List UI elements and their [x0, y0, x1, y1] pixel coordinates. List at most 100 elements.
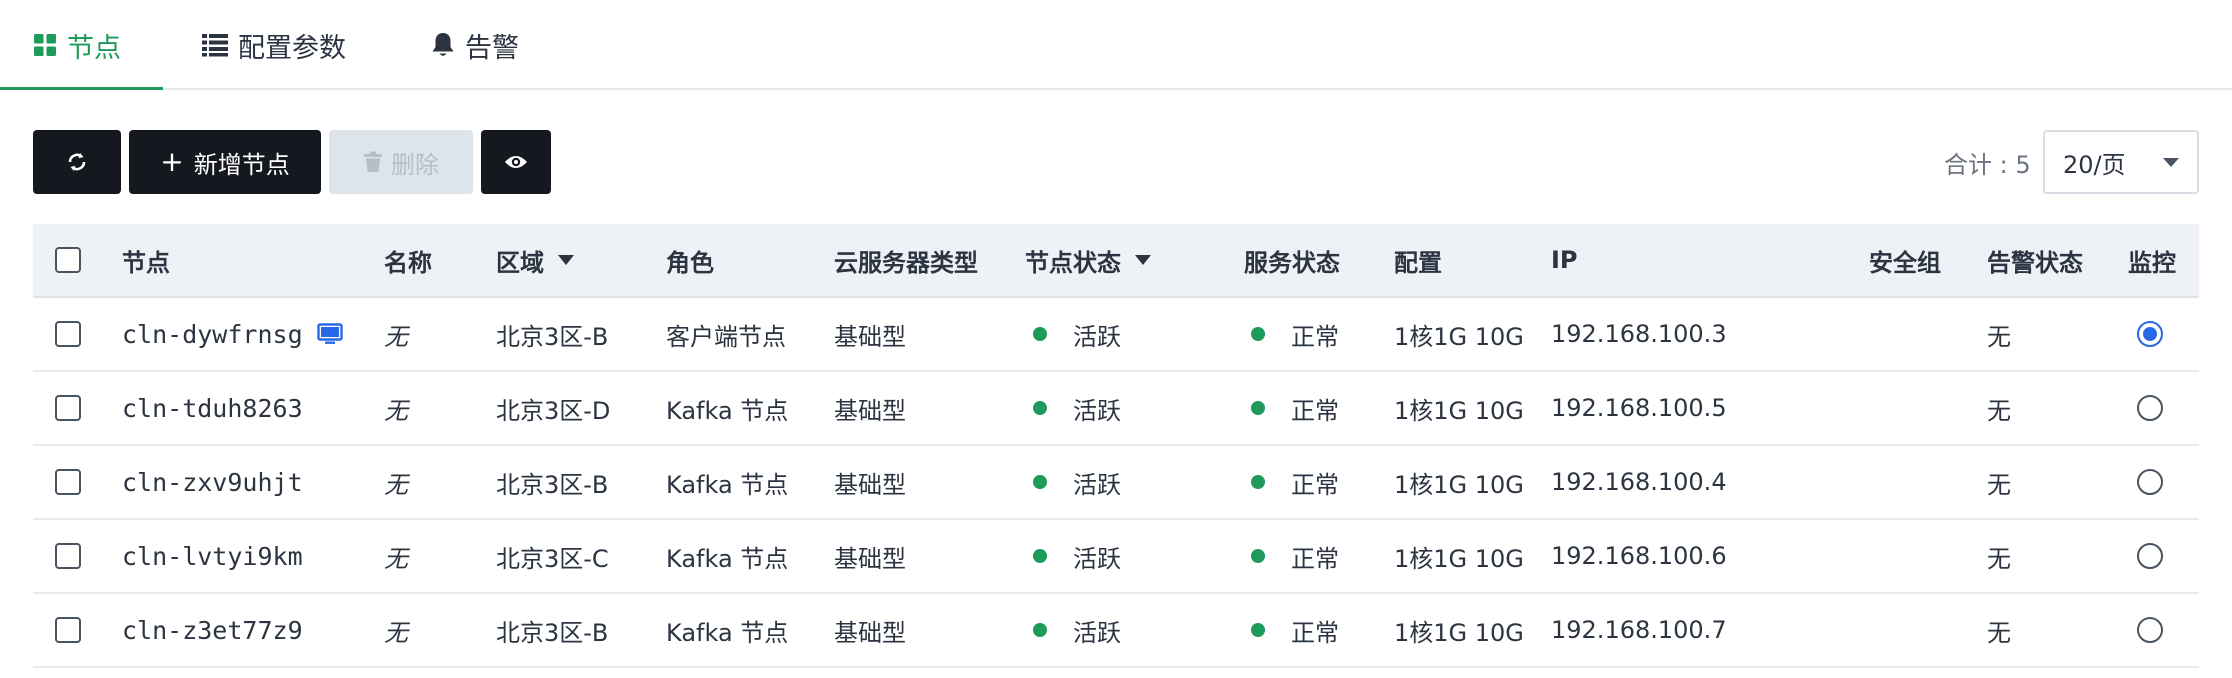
row-checkbox-cell: [55, 446, 81, 518]
refresh-icon: [66, 151, 88, 173]
monitor-radio[interactable]: [2137, 543, 2163, 569]
row-checkbox-cell: [55, 520, 81, 592]
node-id-link[interactable]: cln-zxv9uhjt: [122, 468, 303, 497]
node-id-cell: cln-z3et77z9: [122, 594, 303, 666]
zone-cell: 北京3区-C: [496, 544, 609, 573]
table-row[interactable]: cln-dywfrnsg 无 北京3区-B 客户端节点 基础型 活跃 正常 1核…: [33, 298, 2199, 372]
service-status-text: 正常: [1291, 396, 1339, 425]
alarm-status-cell: 无: [1987, 322, 2011, 351]
status-dot: [1251, 475, 1265, 489]
table-row[interactable]: cln-z3et77z9 无 北京3区-B Kafka 节点 基础型 活跃 正常…: [33, 594, 2199, 668]
ip-cell: 192.168.100.6: [1551, 542, 1727, 570]
status-dot: [1033, 401, 1047, 415]
node-status-text: 活跃: [1073, 396, 1121, 425]
filter-caret-icon[interactable]: [558, 255, 574, 265]
monitor-cell: [2137, 372, 2163, 444]
status-dot: [1033, 327, 1047, 341]
page-size-select[interactable]: 20/页: [2043, 130, 2199, 194]
plus-icon: +: [160, 145, 184, 178]
filter-caret-icon[interactable]: [1135, 255, 1151, 265]
ip-cell: 192.168.100.3: [1551, 320, 1727, 348]
select-all-checkbox[interactable]: [55, 247, 81, 273]
alarm-status-cell: 无: [1987, 618, 2011, 647]
node-status-cell: 活跃: [1033, 520, 1121, 592]
tab-nodes[interactable]: 节点: [33, 0, 121, 90]
config-cell: 1核1G 10G: [1394, 470, 1524, 499]
table-row[interactable]: cln-zxv9uhjt 无 北京3区-B Kafka 节点 基础型 活跃 正常…: [33, 446, 2199, 520]
row-checkbox[interactable]: [55, 617, 81, 643]
monitor-icon[interactable]: [316, 323, 343, 345]
tab-config-params[interactable]: 配置参数: [202, 0, 346, 90]
role-cell: Kafka 节点: [666, 470, 789, 499]
grid-icon: [33, 33, 57, 57]
view-button[interactable]: [481, 130, 551, 194]
row-checkbox[interactable]: [55, 395, 81, 421]
node-name-cell: 无: [384, 396, 408, 425]
node-id-link[interactable]: cln-dywfrnsg: [122, 320, 303, 349]
zone-cell: 北京3区-D: [496, 396, 611, 425]
tab-label: 告警: [465, 32, 519, 64]
header-zone[interactable]: 区域: [496, 224, 574, 296]
node-id-link[interactable]: cln-tduh8263: [122, 394, 303, 423]
table-row[interactable]: cln-tduh8263 无 北京3区-D Kafka 节点 基础型 活跃 正常…: [33, 372, 2199, 446]
delete-button[interactable]: 删除: [329, 130, 473, 194]
monitor-radio[interactable]: [2137, 321, 2163, 347]
node-id-link[interactable]: cln-z3et77z9: [122, 616, 303, 645]
node-id-cell: cln-zxv9uhjt: [122, 446, 303, 518]
config-cell: 1核1G 10G: [1394, 396, 1524, 425]
header-node-status[interactable]: 节点状态: [1025, 224, 1151, 296]
row-checkbox[interactable]: [55, 469, 81, 495]
add-node-label: 新增节点: [193, 150, 290, 179]
header-role: 角色: [666, 248, 714, 277]
server-type-cell: 基础型: [834, 470, 906, 499]
alarm-status-cell: 无: [1987, 470, 2011, 499]
alarm-status-cell: 无: [1987, 396, 2011, 425]
monitor-cell: [2137, 594, 2163, 666]
header-monitor: 监控: [2128, 248, 2176, 277]
status-dot: [1251, 401, 1265, 415]
ip-cell: 192.168.100.5: [1551, 394, 1727, 422]
header-name: 名称: [384, 248, 432, 277]
refresh-button[interactable]: [33, 130, 121, 194]
row-checkbox-cell: [55, 298, 81, 370]
row-checkbox[interactable]: [55, 543, 81, 569]
node-status-text: 活跃: [1073, 544, 1121, 573]
eye-icon: [504, 154, 528, 170]
trash-icon: [363, 151, 383, 173]
add-node-button[interactable]: + 新增节点: [129, 130, 321, 194]
status-dot: [1251, 327, 1265, 341]
row-checkbox[interactable]: [55, 321, 81, 347]
zone-cell: 北京3区-B: [496, 618, 609, 647]
header-zone-label: 区域: [496, 248, 544, 277]
status-dot: [1251, 623, 1265, 637]
monitor-radio[interactable]: [2137, 395, 2163, 421]
table-row[interactable]: cln-lvtyi9km 无 北京3区-C Kafka 节点 基础型 活跃 正常…: [33, 520, 2199, 594]
service-status-cell: 正常: [1251, 446, 1339, 518]
header-security-group: 安全组: [1869, 248, 1941, 277]
monitor-cell: [2137, 446, 2163, 518]
monitor-radio[interactable]: [2137, 617, 2163, 643]
tab-alarms[interactable]: 告警: [431, 0, 519, 90]
node-id-link[interactable]: cln-lvtyi9km: [122, 542, 303, 571]
chevron-down-icon: [2163, 158, 2179, 167]
header-node-status-label: 节点状态: [1025, 248, 1121, 277]
node-name-cell: 无: [384, 470, 408, 499]
header-config: 配置: [1394, 248, 1442, 277]
node-name-cell: 无: [384, 618, 408, 647]
header-alarm-status: 告警状态: [1987, 248, 2083, 277]
node-status-text: 活跃: [1073, 322, 1121, 351]
service-status-cell: 正常: [1251, 520, 1339, 592]
service-status-text: 正常: [1291, 470, 1339, 499]
status-dot: [1033, 549, 1047, 563]
node-status-cell: 活跃: [1033, 298, 1121, 370]
alarm-status-cell: 无: [1987, 544, 2011, 573]
node-table: 节点 名称 区域 角色 云服务器类型 节点状态 服务状态 配置 IP 安全组 告…: [33, 224, 2199, 668]
monitor-radio[interactable]: [2137, 469, 2163, 495]
header-service-status: 服务状态: [1244, 248, 1340, 277]
tab-bar: 节点 配置参数 告警: [0, 0, 2232, 90]
zone-cell: 北京3区-B: [496, 322, 609, 351]
server-type-cell: 基础型: [834, 544, 906, 573]
role-cell: Kafka 节点: [666, 544, 789, 573]
list-icon: [202, 33, 228, 57]
tab-label: 配置参数: [238, 32, 346, 64]
